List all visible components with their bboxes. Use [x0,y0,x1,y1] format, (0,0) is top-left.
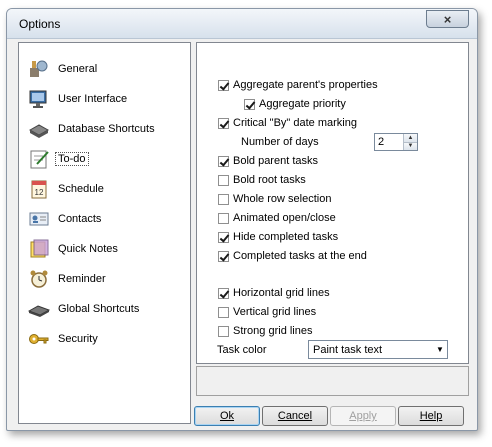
whole-row-label: Whole row selection [233,193,332,205]
task-color-label: Task color [217,344,267,356]
todo-settings-panel: Aggregate parent's properties Aggregate … [196,42,469,364]
completed-end-checkbox[interactable] [218,250,229,262]
sidebar-item-label: Schedule [58,183,104,195]
sidebar-item-label: Contacts [58,213,102,225]
sidebar-item-label: User Interface [58,93,128,105]
task-color-value: Paint task text [313,343,383,356]
contact-card-icon [27,207,51,231]
number-of-days-stepper[interactable]: 2 ▲ ▼ [374,133,418,151]
vertical-grid-option[interactable]: Vertical grid lines [218,304,316,320]
sidebar-item-label: Reminder [58,273,106,285]
aggregate-priority-checkbox[interactable] [244,98,255,110]
strong-grid-label: Strong grid lines [233,325,313,337]
horizontal-grid-label: Horizontal grid lines [233,287,330,299]
sidebar-item-label: Security [58,333,98,345]
animated-label: Animated open/close [233,212,336,224]
sidebar-item-database-shortcuts[interactable]: Database Shortcuts [21,115,188,143]
sidebar-item-security[interactable]: Security [21,325,188,353]
animated-option[interactable]: Animated open/close [218,210,336,226]
bold-root-option[interactable]: Bold root tasks [218,172,306,188]
key-icon [27,327,51,351]
alarm-clock-icon [27,267,51,291]
calendar-icon: 12 [27,177,51,201]
completed-end-label: Completed tasks at the end [233,250,367,262]
sidebar-item-todo[interactable]: To-do [21,145,188,173]
title-bar[interactable]: Options × [7,9,477,39]
critical-by-option[interactable]: Critical "By" date marking [218,115,357,131]
category-list: General User Interface Database Shortcut… [18,42,191,424]
strong-grid-checkbox[interactable] [218,325,229,337]
number-of-days-label: Number of days [241,136,319,148]
aggregate-parent-checkbox[interactable] [218,79,229,91]
whole-row-option[interactable]: Whole row selection [218,191,331,207]
apply-button[interactable]: Apply [330,406,396,426]
vertical-grid-label: Vertical grid lines [233,306,317,318]
sidebar-item-user-interface[interactable]: User Interface [21,85,188,113]
horizontal-grid-checkbox[interactable] [218,287,229,299]
bold-root-label: Bold root tasks [233,174,306,186]
task-color-label-row: Task color [217,342,267,358]
horizontal-grid-option[interactable]: Horizontal grid lines [218,285,330,301]
sidebar-item-label: General [58,63,98,75]
sidebar-item-quick-notes[interactable]: Quick Notes [21,235,188,263]
chevron-up-icon[interactable]: ▲ [404,134,417,142]
apply-button-label: Apply [349,410,377,422]
sidebar-item-general[interactable]: General [21,55,188,83]
chevron-down-icon[interactable]: ▼ [433,345,447,354]
number-of-days-label-row: Number of days [241,134,319,150]
ok-button[interactable]: Ok [194,406,260,426]
general-icon [27,57,51,81]
cancel-button[interactable]: Cancel [262,406,328,426]
bold-parent-option[interactable]: Bold parent tasks [218,153,318,169]
aggregate-parent-option[interactable]: Aggregate parent's properties [218,77,378,93]
sidebar-item-reminder[interactable]: Reminder [21,265,188,293]
vertical-grid-checkbox[interactable] [218,306,229,318]
number-of-days-value[interactable]: 2 [375,134,403,150]
hide-completed-option[interactable]: Hide completed tasks [218,229,338,245]
hide-completed-checkbox[interactable] [218,231,229,243]
notes-icon [27,237,51,261]
monitor-icon [27,87,51,111]
keyboard-icon [27,297,51,321]
todo-icon [27,147,51,171]
completed-end-option[interactable]: Completed tasks at the end [218,248,367,264]
sidebar-item-label: Quick Notes [58,243,118,255]
whole-row-checkbox[interactable] [218,193,229,205]
database-icon [27,117,51,141]
aggregate-priority-label: Aggregate priority [259,98,346,110]
help-button[interactable]: Help [398,406,464,426]
description-panel [196,366,469,396]
bold-root-checkbox[interactable] [218,174,229,186]
sidebar-item-global-shortcuts[interactable]: Global Shortcuts [21,295,188,323]
close-button[interactable]: × [426,10,469,28]
sidebar-item-contacts[interactable]: Contacts [21,205,188,233]
bold-parent-label: Bold parent tasks [233,155,318,167]
critical-by-checkbox[interactable] [218,117,229,129]
hide-completed-label: Hide completed tasks [233,231,339,243]
task-color-select[interactable]: Paint task text ▼ [308,340,448,359]
bold-parent-checkbox[interactable] [218,155,229,167]
critical-by-label: Critical "By" date marking [233,117,357,129]
chevron-down-icon[interactable]: ▼ [404,141,417,150]
window-title: Options [19,17,61,31]
close-icon: × [443,11,452,27]
options-dialog: Options × General User Interface Databas… [6,8,478,431]
svg-text:12: 12 [35,188,44,197]
sidebar-item-label: Global Shortcuts [58,303,140,315]
strong-grid-option[interactable]: Strong grid lines [218,323,313,339]
animated-checkbox[interactable] [218,212,229,224]
sidebar-item-label: To-do [55,152,89,166]
aggregate-parent-label: Aggregate parent's properties [233,79,378,91]
sidebar-item-schedule[interactable]: 12 Schedule [21,175,188,203]
sidebar-item-label: Database Shortcuts [58,123,155,135]
aggregate-priority-option[interactable]: Aggregate priority [244,96,346,112]
